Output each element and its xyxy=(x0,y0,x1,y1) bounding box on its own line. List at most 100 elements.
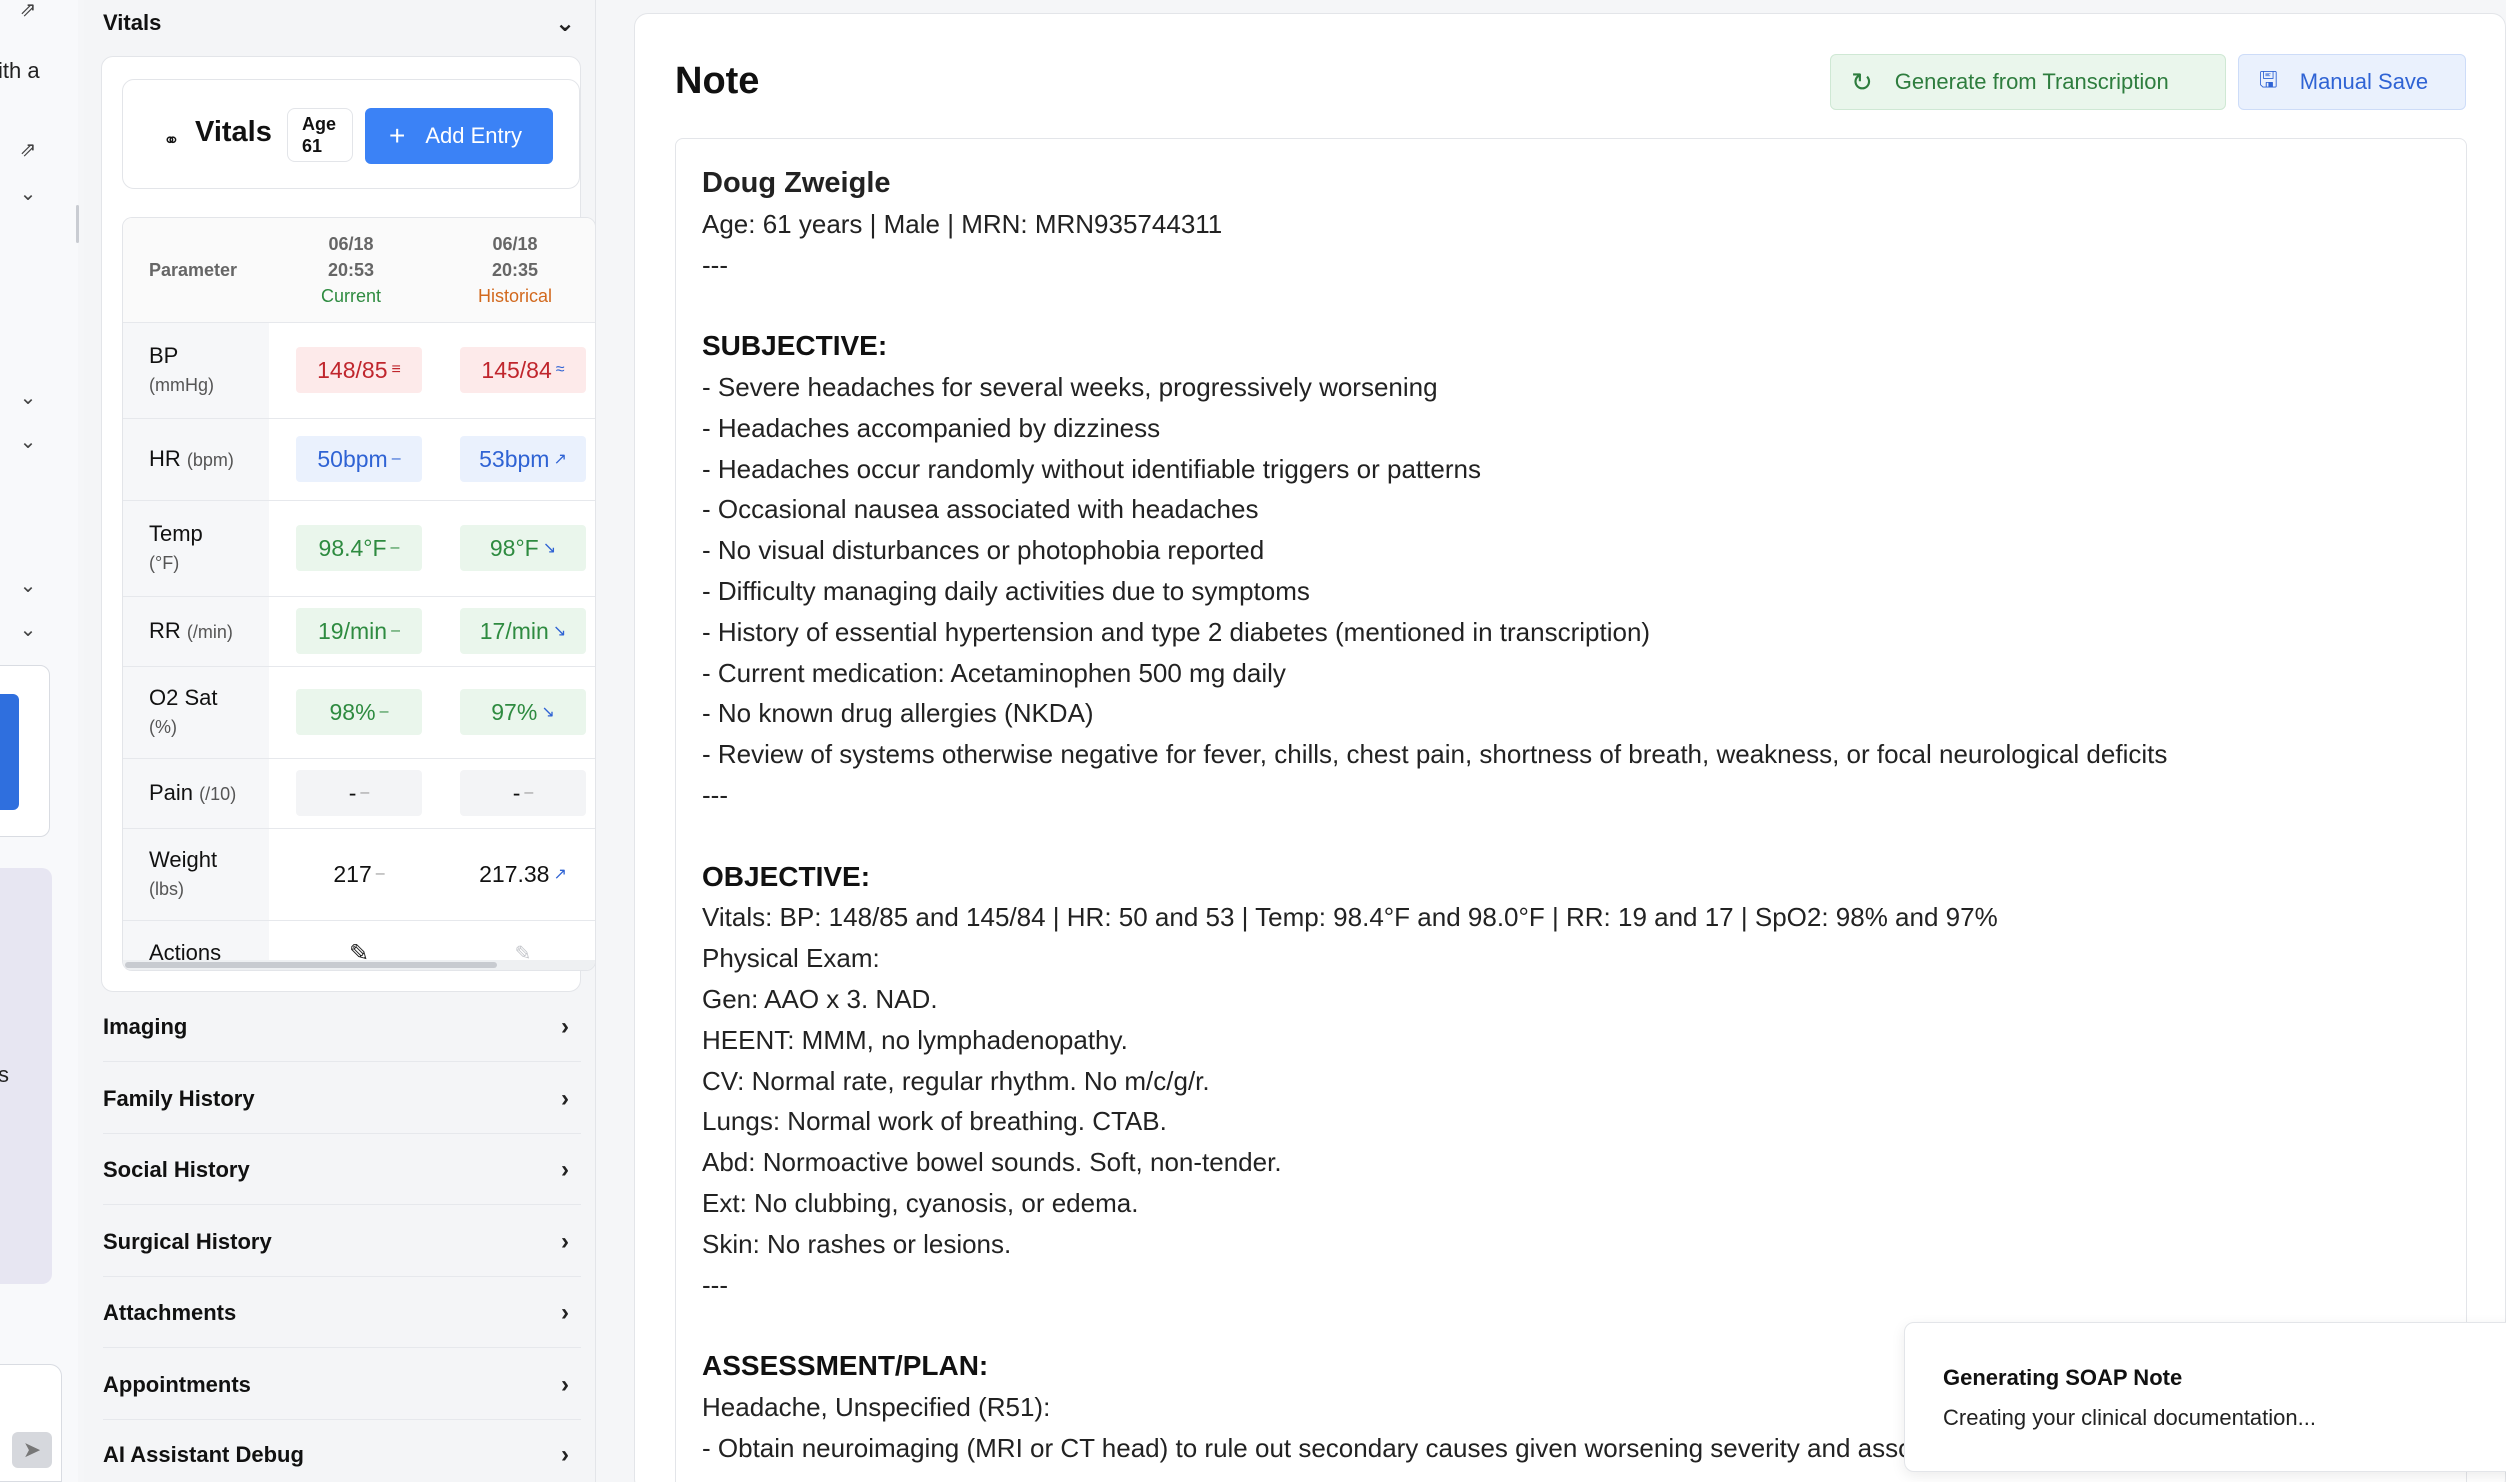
age-value: 61 xyxy=(302,136,323,156)
chevron-right-icon: › xyxy=(561,1298,569,1326)
section-label: AI Assistant Debug xyxy=(103,1442,304,1467)
value-text: - xyxy=(348,779,357,806)
table-row: BP (mmHg) 148/85 ≡ 145/84 ≈ xyxy=(123,322,595,419)
note-line: - No visual disturbances or photophobia … xyxy=(702,535,1265,566)
section-surgical-history[interactable]: Surgical History › xyxy=(103,1207,581,1277)
section-vitals[interactable]: Vitals ⌄ xyxy=(103,0,581,58)
param-unit: (lbs) xyxy=(149,878,184,899)
note-line: - Review of systems otherwise negative f… xyxy=(702,739,2168,770)
vitals-title: Vitals xyxy=(195,116,272,148)
chevron-down-icon[interactable]: ⌄ xyxy=(16,388,40,408)
section-attachments[interactable]: Attachments › xyxy=(103,1278,581,1348)
note-line: Physical Exam: xyxy=(702,943,880,974)
vital-value[interactable]: 50bpm – xyxy=(296,436,422,482)
value-text: 148/85 xyxy=(317,356,388,383)
section-social-history[interactable]: Social History › xyxy=(103,1135,581,1205)
vital-value[interactable]: 17/min ↘ xyxy=(460,608,586,654)
horizontal-scrollbar[interactable] xyxy=(123,960,595,970)
section-label: Imaging xyxy=(103,1013,188,1039)
param-name: HR xyxy=(149,445,181,471)
section-appointments[interactable]: Appointments › xyxy=(103,1350,581,1420)
chevron-right-icon: › xyxy=(561,1227,569,1255)
param-cell: Weight (lbs) xyxy=(123,828,269,921)
section-family-history[interactable]: Family History › xyxy=(103,1064,581,1134)
value-text: 145/84 xyxy=(481,356,552,383)
param-cell: HR (bpm) xyxy=(123,418,269,501)
param-name: RR xyxy=(149,617,181,643)
note-editor[interactable]: Doug Zweigle Age: 61 years | Male | MRN:… xyxy=(675,138,2467,1482)
value-text: 50bpm xyxy=(317,445,388,472)
note-line: HEENT: MMM, no lymphadenopathy. xyxy=(702,1024,1128,1055)
send-icon[interactable]: ➤ xyxy=(12,1432,52,1468)
truncated-text: ith a xyxy=(0,58,40,83)
section-label: Appointments xyxy=(103,1371,251,1397)
value-text: 217.38 xyxy=(479,860,550,887)
param-cell: O2 Sat (%) xyxy=(123,666,269,759)
separator: --- xyxy=(702,779,728,810)
table-row: Pain (/10) - – - – xyxy=(123,758,595,829)
trend-flat-icon: – xyxy=(391,622,400,639)
external-link-icon[interactable]: ⇗ xyxy=(16,0,40,20)
trend-flat-icon: – xyxy=(360,784,370,801)
chevron-down-icon[interactable]: ⌄ xyxy=(16,620,40,640)
chevron-down-icon[interactable]: ⌄ xyxy=(16,184,40,204)
section-imaging[interactable]: Imaging › xyxy=(103,992,581,1062)
value-text: 53bpm xyxy=(479,445,550,472)
note-line: Abd: Normoactive bowel sounds. Soft, non… xyxy=(702,1147,1282,1178)
column-time: 20:53 xyxy=(327,259,375,280)
generate-from-transcription-button[interactable]: ↻ Generate from Transcription xyxy=(1830,54,2226,110)
column-header-current: 06/18 20:53 Current xyxy=(269,218,433,323)
param-unit: (°F) xyxy=(149,552,180,573)
vital-value[interactable]: 148/85 ≡ xyxy=(296,347,422,393)
note-line: Gen: AAO x 3. NAD. xyxy=(702,983,938,1014)
param-name: Temp xyxy=(149,520,203,546)
trend-flat-icon: – xyxy=(379,703,389,720)
trend-down-icon: ↘ xyxy=(542,540,557,557)
external-link-icon[interactable]: ⇗ xyxy=(16,140,40,160)
scrollbar-thumb[interactable] xyxy=(125,962,497,968)
trend-flat-icon: – xyxy=(391,450,401,467)
vital-value[interactable]: 217.38 ↗ xyxy=(460,851,586,897)
param-unit: (bpm) xyxy=(186,449,234,470)
note-line: - Current medication: Acetaminophen 500 … xyxy=(702,657,1286,688)
chevron-down-icon[interactable]: ⌄ xyxy=(16,432,40,452)
vital-value[interactable]: 145/84 ≈ xyxy=(460,347,586,393)
value-text: 98°F xyxy=(489,534,539,561)
trend-flat-icon: – xyxy=(375,865,385,882)
chevron-down-icon[interactable]: ⌄ xyxy=(16,576,40,596)
vitals-header: ⚭ Vitals Age 61 + Add Entry xyxy=(122,79,580,189)
param-cell: Temp (°F) xyxy=(123,500,269,597)
param-unit: (mmHg) xyxy=(149,374,214,395)
save-label: Manual Save xyxy=(2299,69,2429,94)
note-line: Lungs: Normal work of breathing. CTAB. xyxy=(702,1106,1167,1137)
section-ai-assistant-debug[interactable]: AI Assistant Debug › xyxy=(103,1420,581,1482)
manual-save-button[interactable]: 🖫 Manual Save xyxy=(2238,54,2466,110)
table-row: HR (bpm) 50bpm – 53bpm ↗ xyxy=(123,418,595,501)
vital-value[interactable]: - – xyxy=(296,770,422,816)
vital-value[interactable]: - – xyxy=(460,770,586,816)
scrollbar[interactable] xyxy=(76,205,79,243)
vital-value[interactable]: 217– xyxy=(296,851,422,897)
chevron-right-icon: › xyxy=(561,1084,569,1112)
column-date: 06/18 xyxy=(328,233,374,254)
vital-value[interactable]: 98% – xyxy=(296,689,422,735)
vital-value[interactable]: 19/min – xyxy=(296,608,422,654)
status-current: Current xyxy=(320,285,382,306)
truncated-text: s xyxy=(0,1062,9,1087)
vital-value[interactable]: 97% ↘ xyxy=(460,689,586,735)
document-thumbnail-card[interactable] xyxy=(0,665,50,837)
document-thumbnail xyxy=(0,694,19,810)
vital-value[interactable]: 53bpm ↗ xyxy=(460,436,586,482)
separator: --- xyxy=(702,249,728,280)
column-header-parameter: Parameter xyxy=(123,218,269,323)
subjective-heading: SUBJECTIVE: xyxy=(702,330,888,362)
add-entry-button[interactable]: + Add Entry xyxy=(365,108,553,164)
add-entry-label: Add Entry xyxy=(425,123,522,148)
value-text: 19/min xyxy=(318,617,388,644)
vital-value[interactable]: 98.4°F – xyxy=(296,525,422,571)
vital-value[interactable]: 98°F ↘ xyxy=(460,525,586,571)
page-title: Note xyxy=(675,60,760,102)
table-row: RR (/min) 19/min – 17/min ↘ xyxy=(123,596,595,667)
